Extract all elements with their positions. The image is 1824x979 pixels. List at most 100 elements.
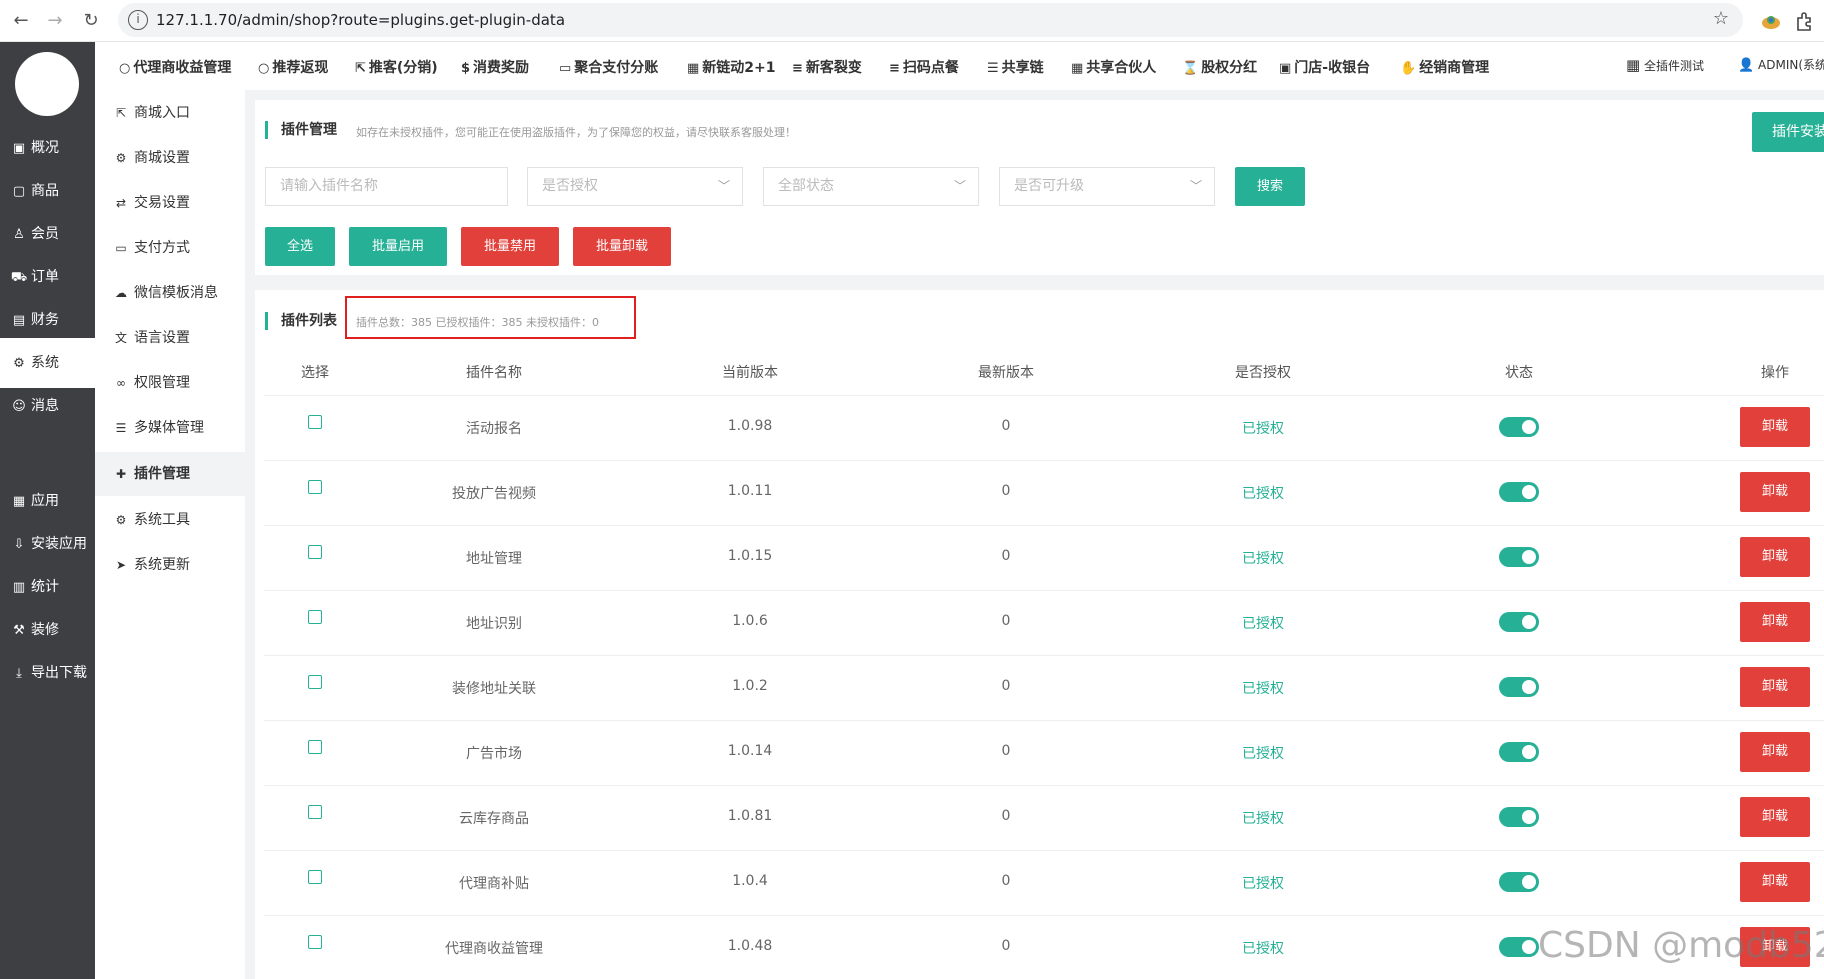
status-toggle[interactable] [1499,807,1539,827]
uninstall-button[interactable]: 卸载 [1740,732,1810,772]
cell-name: 装修地址关联 [452,681,536,697]
top-menu-label: 推客(分销) [368,60,438,76]
install-plugin-button[interactable]: 插件安装 [1752,112,1824,152]
top-menu-item-2[interactable]: ⇱ 推客(分销) [355,42,438,90]
top-menu-label: 扫码点餐 [902,60,959,76]
top-menu-item-12[interactable]: ✋ 经销商管理 [1400,42,1489,90]
top-menu-item-6[interactable]: ≡ 新客裂变 [792,42,862,90]
row-checkbox[interactable] [308,545,322,559]
top-menu-item-4[interactable]: ▭ 聚合支付分账 [559,42,658,90]
grid-icon: ▦ [1626,56,1641,74]
card-icon: ▭ [115,241,127,255]
top-menu-item-11[interactable]: ▣ 门店-收银台 [1279,42,1370,90]
status-toggle[interactable] [1499,677,1539,697]
top-menu-item-0[interactable]: ○ 代理商收益管理 [119,42,231,90]
status-toggle[interactable] [1499,937,1539,957]
row-checkbox[interactable] [308,805,322,819]
admin-user-menu[interactable]: 👤 ADMIN(系统 [1738,42,1824,90]
puzzle-extension-icon[interactable] [1794,10,1816,32]
back-arrow-icon[interactable]: ← [6,6,36,36]
address-url: 127.1.1.70/admin/shop?route=plugins.get-… [156,11,566,29]
address-bar[interactable]: i 127.1.1.70/admin/shop?route=plugins.ge… [118,3,1743,37]
uninstall-button[interactable]: 卸载 [1740,602,1810,642]
top-menu-item-10[interactable]: ⌛ 股权分红 [1182,42,1257,90]
sidebar-item-11[interactable]: ⤓ 导出下载 [0,648,95,698]
row-checkbox[interactable] [308,480,322,494]
top-menu-label: 经销商管理 [1419,60,1490,76]
sidebar-item-label: 财务 [31,312,59,328]
row-checkbox[interactable] [308,870,322,884]
auth-filter-select[interactable]: 是否授权 ﹀ [527,167,743,206]
top-menu-label: 代理商收益管理 [133,60,232,76]
avatar[interactable] [15,52,79,116]
site-info-icon[interactable]: i [128,10,148,30]
status-toggle[interactable] [1499,612,1539,632]
upgrade-filter-select[interactable]: 是否可升级 ﹀ [999,167,1215,206]
uninstall-button[interactable]: 卸载 [1740,537,1810,577]
cell-auth: 已授权 [1242,486,1284,502]
row-checkbox[interactable] [308,675,322,689]
row-checkbox[interactable] [308,740,322,754]
top-menu-item-9[interactable]: ▦ 共享合伙人 [1071,42,1156,90]
plugin-test-link[interactable]: ▦ 全插件测试 [1626,42,1704,90]
list-icon: ☰ [115,421,127,435]
top-menu-item-7[interactable]: ≡ 扫码点餐 [889,42,959,90]
subnav-item-0[interactable]: ⇱ 商城入口 [95,91,245,135]
uninstall-button[interactable]: 卸载 [1740,667,1810,707]
batch-enable-button[interactable]: 批量启用 [349,227,447,266]
subnav-item-9[interactable]: ⚙ 系统工具 [95,498,245,542]
highlight-box [345,296,636,339]
subnav-item-8[interactable]: ✚ 插件管理 [95,452,245,496]
top-menu-item-5[interactable]: ▦ 新链动2+1 [687,42,776,90]
plugin-test-label: 全插件测试 [1644,59,1705,73]
select-all-button[interactable]: 全选 [265,227,335,266]
subnav-item-1[interactable]: ⚙ 商城设置 [95,136,245,180]
top-menu-label: 聚合支付分账 [574,60,659,76]
row-checkbox[interactable] [308,935,322,949]
top-menu-label: 新客裂变 [805,60,862,76]
subnav-item-2[interactable]: ⇄ 交易设置 [95,181,245,225]
batch-uninstall-button[interactable]: 批量卸载 [573,227,671,266]
top-menu-label: 共享链 [1001,60,1044,76]
status-toggle[interactable] [1499,547,1539,567]
top-menu-item-3[interactable]: $ 消费奖励 [461,42,529,90]
extension-icon[interactable] [1760,10,1782,32]
status-toggle[interactable] [1499,417,1539,437]
search-button[interactable]: 搜索 [1235,167,1305,206]
cell-name: 云库存商品 [459,811,529,827]
subnav-item-label: 语言设置 [134,330,190,346]
subnav-item-label: 微信模板消息 [134,285,218,301]
cell-version: 1.0.81 [727,808,773,824]
subnav-item-10[interactable]: ➤ 系统更新 [95,543,245,587]
status-filter-select[interactable]: 全部状态 ﹀ [763,167,979,206]
subnav-item-4[interactable]: ☁ 微信模板消息 [95,271,245,315]
cell-latest: 0 [1001,548,1011,564]
status-toggle[interactable] [1499,482,1539,502]
plugin-name-search-input[interactable]: 请输入插件名称 [265,167,508,206]
top-menu-item-8[interactable]: ☰ 共享链 [987,42,1044,90]
forward-arrow-icon[interactable]: → [40,6,70,36]
uninstall-button[interactable]: 卸载 [1740,407,1810,447]
cell-name: 地址识别 [466,616,522,632]
subnav-item-3[interactable]: ▭ 支付方式 [95,226,245,270]
row-checkbox[interactable] [308,610,322,624]
uninstall-button[interactable]: 卸载 [1740,472,1810,512]
reload-icon[interactable]: ↻ [76,6,106,36]
batch-disable-button[interactable]: 批量禁用 [461,227,559,266]
status-toggle[interactable] [1499,742,1539,762]
subnav-item-5[interactable]: 文语言设置 [95,316,245,360]
plugin-manage-title: 插件管理 [265,121,337,139]
handshake-icon: ✋ [1400,61,1417,76]
cell-latest: 0 [1001,613,1011,629]
top-menu-item-1[interactable]: ○ 推荐返现 [258,42,328,90]
sidebar-item-6[interactable]: ☺ 消息 [0,381,95,431]
status-toggle[interactable] [1499,872,1539,892]
top-menu-label: 门店-收银台 [1294,60,1371,76]
subnav-item-6[interactable]: ∞ 权限管理 [95,361,245,405]
row-checkbox[interactable] [308,415,322,429]
uninstall-button[interactable]: 卸载 [1740,862,1810,902]
bookmark-star-icon[interactable]: ☆ [1713,8,1729,29]
column-header: 当前版本 [722,365,778,381]
uninstall-button[interactable]: 卸载 [1740,797,1810,837]
subnav-item-7[interactable]: ☰ 多媒体管理 [95,406,245,450]
